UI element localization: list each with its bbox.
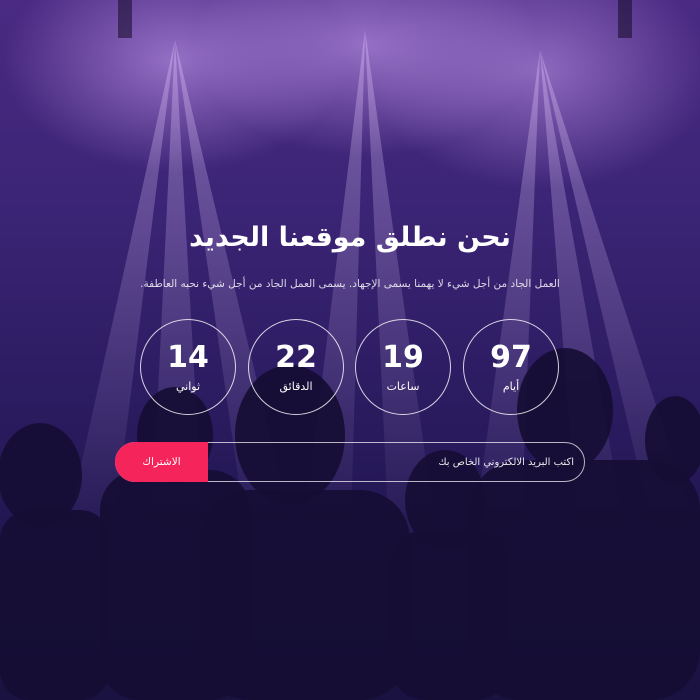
countdown-seconds-value: 14 xyxy=(167,340,209,375)
email-input[interactable] xyxy=(208,443,574,481)
page-title: نحن نطلق موقعنا الجديد xyxy=(189,222,511,253)
hero-background: نحن نطلق موقعنا الجديد العمل الجاد من أج… xyxy=(0,0,700,700)
countdown-days-label: أيام xyxy=(502,380,520,393)
countdown-hours: 19 ساعات xyxy=(355,319,451,415)
countdown-seconds-label: ثواني xyxy=(175,380,201,393)
countdown-days: 97 أيام xyxy=(463,319,559,415)
countdown-minutes: 22 الدقائق xyxy=(248,319,344,415)
launch-content: نحن نطلق موقعنا الجديد العمل الجاد من أج… xyxy=(0,0,700,700)
countdown-hours-label: ساعات xyxy=(386,380,420,393)
countdown-hours-value: 19 xyxy=(382,340,424,375)
subscribe-button[interactable]: الاشتراك xyxy=(115,442,208,482)
page-subtitle: العمل الجاد من أجل شيء لا يهمنا يسمى الإ… xyxy=(140,278,560,290)
countdown-minutes-value: 22 xyxy=(275,340,317,375)
countdown-minutes-label: الدقائق xyxy=(279,380,313,393)
countdown-seconds: 14 ثواني xyxy=(140,319,236,415)
countdown-days-value: 97 xyxy=(490,340,532,375)
